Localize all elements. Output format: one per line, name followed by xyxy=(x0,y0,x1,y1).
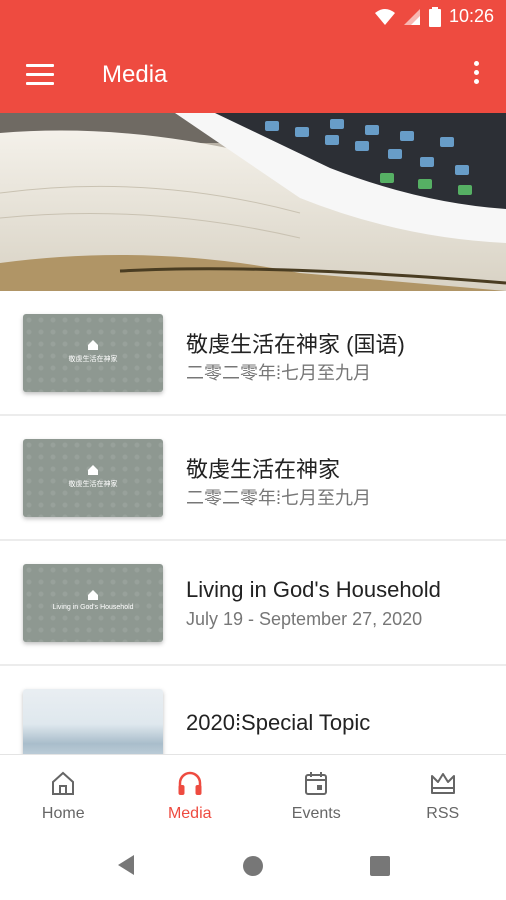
nav-label: Events xyxy=(291,805,341,822)
more-options-icon[interactable] xyxy=(474,61,480,88)
item-subtitle: 二零二零年⁞七月至九月 xyxy=(186,363,371,383)
recent-apps-icon[interactable] xyxy=(370,856,390,876)
series-thumbnail xyxy=(23,689,163,754)
list-item[interactable]: 敬虔生活在神家 敬虔生活在神家 二零二零年⁞七月至九月 xyxy=(0,416,506,541)
series-thumbnail: 敬虔生活在神家 xyxy=(23,314,163,392)
item-title: Living in God's Household xyxy=(186,577,441,602)
nav-rss[interactable]: RSS xyxy=(380,755,506,833)
status-bar: 10:26 xyxy=(0,0,506,37)
item-title: 敬虔生活在神家 xyxy=(186,457,341,482)
house-logo-icon xyxy=(88,340,98,350)
item-subtitle: 二零二零年⁞七月至九月 xyxy=(186,488,371,508)
nav-label: RSS xyxy=(426,805,460,822)
bottom-navigation: Home Media Events RSS xyxy=(0,754,506,833)
app-bar: Media xyxy=(0,37,506,113)
item-title: 敬虔生活在神家 (国语) xyxy=(186,332,405,357)
list-item[interactable]: Living in God's Household Living in God'… xyxy=(0,541,506,666)
back-icon[interactable] xyxy=(116,854,136,876)
series-thumbnail: Living in God's Household xyxy=(23,564,163,642)
page-title: Media xyxy=(102,61,168,88)
nav-label: Media xyxy=(167,805,212,822)
house-logo-icon xyxy=(88,590,98,600)
home-icon xyxy=(52,771,75,795)
item-subtitle: July 19 - September 27, 2020 xyxy=(186,609,423,629)
series-thumbnail: 敬虔生活在神家 xyxy=(23,439,163,517)
thumbnail-caption: 敬虔生活在神家 xyxy=(68,356,118,363)
list-item[interactable]: 敬虔生活在神家 敬虔生活在神家 (国语) 二零二零年⁞七月至九月 xyxy=(0,291,506,416)
battery-icon xyxy=(428,6,441,27)
nav-label: Home xyxy=(41,805,85,822)
status-icons: 10:26 xyxy=(374,6,494,27)
hero-image xyxy=(0,113,506,291)
media-list: 敬虔生活在神家 敬虔生活在神家 (国语) 二零二零年⁞七月至九月 敬虔生活在神家… xyxy=(0,291,506,754)
thumbnail-caption: 敬虔生活在神家 xyxy=(68,481,118,488)
signal-icon xyxy=(403,8,420,25)
nav-media[interactable]: Media xyxy=(127,755,254,833)
nav-events[interactable]: Events xyxy=(253,755,380,833)
nav-home[interactable]: Home xyxy=(0,755,127,833)
system-navigation-bar xyxy=(0,832,506,900)
bible-phone-image xyxy=(0,113,506,291)
headphones-icon xyxy=(178,771,202,795)
home-button-icon[interactable] xyxy=(243,856,263,876)
list-item[interactable]: 2020⁞Special Topic xyxy=(0,666,506,754)
menu-icon[interactable] xyxy=(26,64,54,86)
status-time: 10:26 xyxy=(448,6,494,26)
item-title: 2020⁞Special Topic xyxy=(186,710,371,735)
calendar-icon xyxy=(305,772,328,795)
wifi-icon xyxy=(374,8,395,25)
house-logo-icon xyxy=(88,465,98,475)
thumbnail-caption: Living in God's Household xyxy=(52,604,134,611)
crown-icon xyxy=(430,773,455,794)
